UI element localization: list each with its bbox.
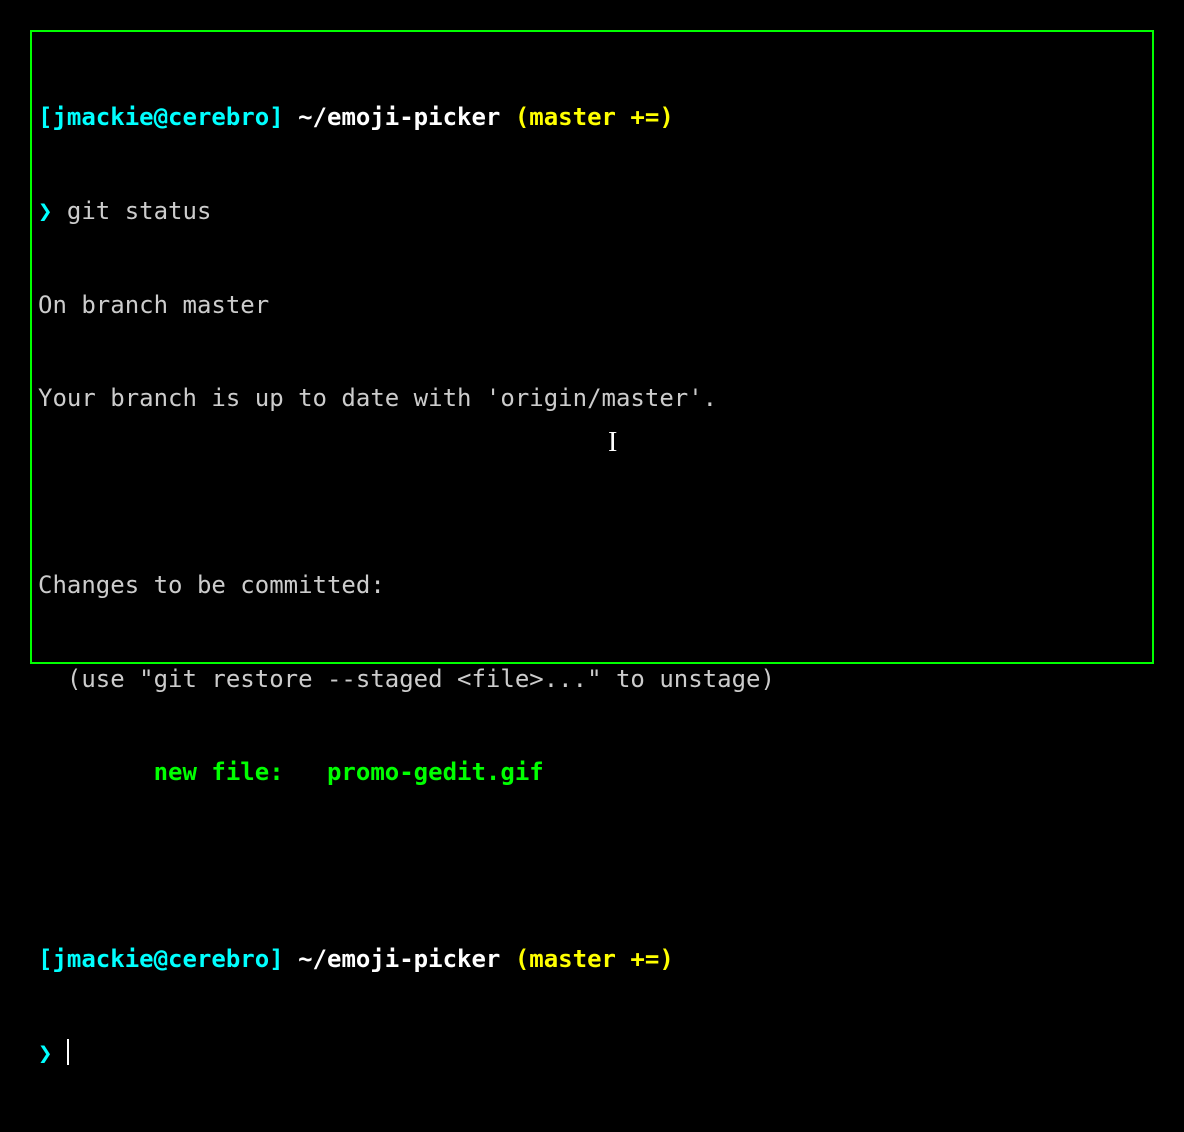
output-upstream: Your branch is up to date with 'origin/m… <box>38 383 1146 414</box>
prompt-symbol: ❯ <box>38 197 67 225</box>
prompt-branch-2: (master +=) <box>515 945 674 973</box>
prompt-user-host-2: [jmackie@cerebro] <box>38 945 284 973</box>
prompt-line-1: [jmackie@cerebro] ~/emoji-picker (master… <box>38 102 1146 133</box>
command-line-2[interactable]: ❯ <box>38 1038 1146 1069</box>
output-branch: On branch master <box>38 290 1146 321</box>
output-changes-header: Changes to be committed: <box>38 570 1146 601</box>
output-blank-1 <box>38 477 1146 508</box>
output-staged-file-line: new file: promo-gedit.gif <box>38 757 1146 788</box>
typed-command: git status <box>67 197 212 225</box>
terminal-window[interactable]: [jmackie@cerebro] ~/emoji-picker (master… <box>30 30 1154 664</box>
prompt-branch: (master +=) <box>515 103 674 131</box>
prompt-symbol-2: ❯ <box>38 1039 67 1067</box>
output-hint: (use "git restore --staged <file>..." to… <box>38 664 1146 695</box>
prompt-user-host: [jmackie@cerebro] <box>38 103 284 131</box>
output-blank-2 <box>38 851 1146 882</box>
prompt-line-2: [jmackie@cerebro] ~/emoji-picker (master… <box>38 944 1146 975</box>
prompt-path: ~/emoji-picker <box>284 103 515 131</box>
command-line-1: ❯ git status <box>38 196 1146 227</box>
input-cursor <box>67 1039 69 1065</box>
prompt-path-2: ~/emoji-picker <box>284 945 515 973</box>
staged-filename: promo-gedit.gif <box>327 758 544 786</box>
terminal-output-area[interactable]: [jmackie@cerebro] ~/emoji-picker (master… <box>38 40 1146 1132</box>
staged-label: new file: <box>154 758 327 786</box>
indent <box>38 758 154 786</box>
